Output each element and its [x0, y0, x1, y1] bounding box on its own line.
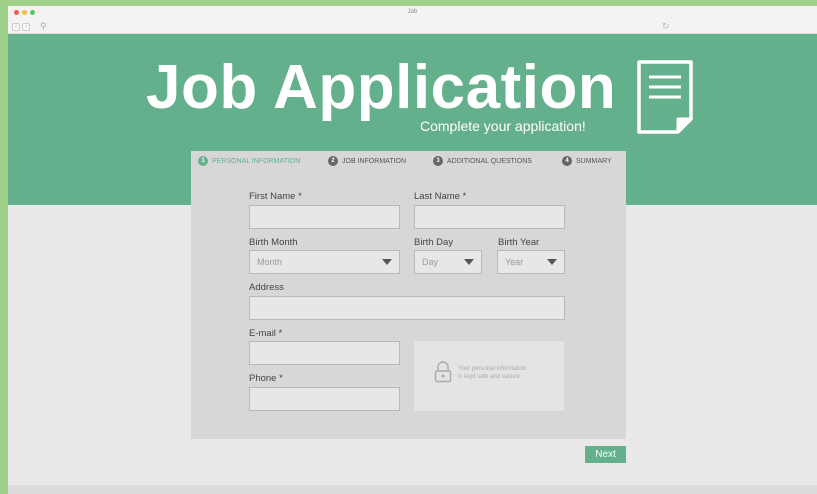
first-name-label: First Name *: [249, 191, 302, 202]
search-icon[interactable]: ⚲: [40, 21, 47, 32]
step-job-information[interactable]: 2 JOB INFORMATION: [328, 156, 406, 166]
step-number: 3: [433, 156, 443, 166]
application-form: 1 PERSONAL INFORMATION 2 JOB INFORMATION…: [191, 151, 626, 439]
nav-buttons: ‹ ›: [12, 23, 30, 31]
last-name-label: Last Name *: [414, 191, 467, 202]
forward-icon[interactable]: ›: [22, 23, 30, 31]
step-summary[interactable]: 4 SUMMARY: [562, 156, 612, 166]
window-title: Job: [407, 9, 418, 15]
step-label: SUMMARY: [576, 157, 612, 165]
birth-year-label: Birth Year: [498, 237, 540, 248]
address-field[interactable]: [249, 296, 565, 320]
browser-toolbar: ‹ › ⚲ ↻: [8, 20, 817, 34]
step-label: JOB INFORMATION: [342, 157, 407, 165]
back-icon[interactable]: ‹: [12, 23, 20, 31]
dropdown-arrow-icon: [464, 259, 474, 265]
step-number: 2: [328, 156, 338, 166]
page-subtitle: Complete your application!: [420, 118, 586, 134]
phone-field[interactable]: [249, 387, 400, 411]
birth-day-select[interactable]: Day: [414, 250, 482, 274]
status-bar: [8, 485, 817, 494]
birth-month-value: Month: [257, 257, 283, 267]
phone-label: Phone *: [249, 373, 283, 384]
page-title: Job Application: [146, 53, 617, 122]
privacy-line-1: Your personal information: [458, 366, 527, 372]
step-label: PERSONAL INFORMATION: [212, 157, 301, 165]
privacy-line-2: is kept safe and secure.: [458, 374, 522, 380]
title-bar: Job: [8, 6, 817, 20]
birth-month-label: Birth Month: [249, 237, 298, 248]
email-label: E-mail *: [249, 328, 283, 339]
first-name-field[interactable]: [249, 205, 400, 229]
lock-icon: [434, 361, 452, 383]
birth-year-select[interactable]: Year: [497, 250, 565, 274]
address-label: Address: [249, 282, 284, 293]
privacy-notice: Your personal information is kept safe a…: [414, 341, 564, 411]
reload-icon[interactable]: ↻: [662, 21, 670, 32]
dropdown-arrow-icon: [382, 259, 392, 265]
birth-day-value: Day: [422, 257, 439, 267]
progress-steps: 1 PERSONAL INFORMATION 2 JOB INFORMATION…: [191, 156, 626, 170]
step-personal-information[interactable]: 1 PERSONAL INFORMATION: [198, 156, 300, 166]
document-icon: [637, 60, 693, 134]
step-additional-questions[interactable]: 3 ADDITIONAL QUESTIONS: [433, 156, 532, 166]
dropdown-arrow-icon: [547, 259, 557, 265]
step-number: 1: [198, 156, 208, 166]
birth-day-label: Birth Day: [414, 237, 454, 248]
step-number: 4: [562, 156, 572, 166]
email-field[interactable]: [249, 341, 400, 365]
privacy-text: Your personal information is kept safe a…: [458, 365, 558, 381]
browser-window: Job ‹ › ⚲ ↻ Job Application Complete you…: [8, 6, 817, 494]
last-name-field[interactable]: [414, 205, 565, 229]
birth-month-select[interactable]: Month: [249, 250, 400, 274]
birth-year-value: Year: [505, 257, 524, 267]
next-button[interactable]: Next: [585, 446, 626, 463]
step-label: ADDITIONAL QUESTIONS: [447, 157, 532, 165]
